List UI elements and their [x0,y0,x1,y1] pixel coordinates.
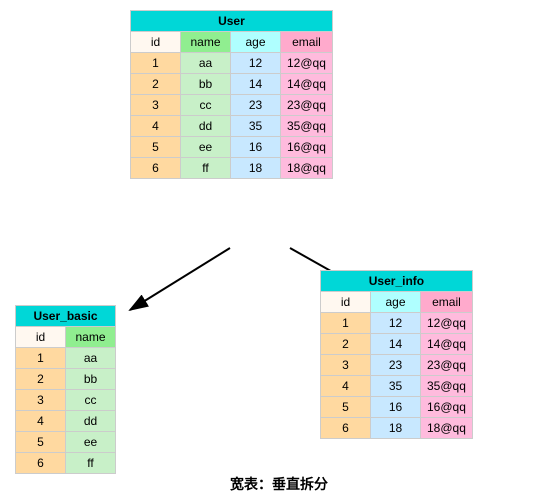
user-table-header: User [131,11,333,32]
user-table: User id name age email 1 aa 12 12@qq 2 b… [130,10,333,179]
table-row: 4 dd [16,411,116,432]
caption: 宽表：垂直拆分 [0,474,558,494]
user-col-name: name [181,32,231,53]
table-row: 4 35 35@qq [321,376,473,397]
table-row: 2 14 14@qq [321,334,473,355]
table-row: 3 cc [16,390,116,411]
table-row: 1 aa 12 12@qq [131,53,333,74]
table-row: 6 18 18@qq [321,418,473,439]
user-info-table-header: User_info [321,271,473,292]
table-row: 1 12 12@qq [321,313,473,334]
table-row: 2 bb [16,369,116,390]
table-row: 2 bb 14 14@qq [131,74,333,95]
user-info-col-id: id [321,292,371,313]
table-row: 6 ff [16,453,116,474]
user-info-col-email: email [421,292,473,313]
table-row: 6 ff 18 18@qq [131,158,333,179]
user-col-age: age [231,32,281,53]
user-basic-table: User_basic id name 1 aa 2 bb 3 cc 4 dd [15,305,116,474]
user-col-id: id [131,32,181,53]
user-info-table: User_info id age email 1 12 12@qq 2 14 1… [320,270,473,439]
user-basic-table-header: User_basic [16,306,116,327]
table-row: 1 aa [16,348,116,369]
table-row: 3 cc 23 23@qq [131,95,333,116]
table-row: 5 ee 16 16@qq [131,137,333,158]
table-row: 5 ee [16,432,116,453]
user-basic-col-id: id [16,327,66,348]
table-row: 5 16 16@qq [321,397,473,418]
table-row: 4 dd 35 35@qq [131,116,333,137]
diagram-container: User id name age email 1 aa 12 12@qq 2 b… [0,0,558,504]
user-col-email: email [281,32,333,53]
user-basic-col-name: name [66,327,116,348]
table-row: 3 23 23@qq [321,355,473,376]
user-info-col-age: age [371,292,421,313]
